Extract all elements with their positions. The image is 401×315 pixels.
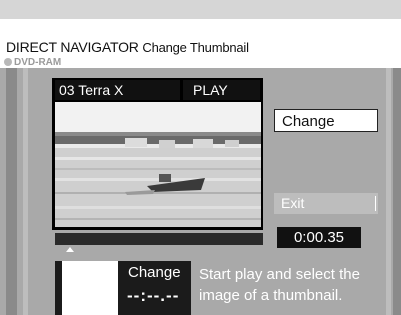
change-button[interactable]: Change — [274, 109, 378, 132]
media-label: DVD-RAM — [14, 57, 62, 68]
media-indicator: DVD-RAM — [4, 57, 61, 68]
exit-button[interactable]: Exit — [274, 193, 378, 214]
thumbnail-change-label: Change — [128, 264, 181, 281]
playback-timeline[interactable] — [55, 233, 263, 245]
left-rail-inner — [23, 68, 28, 315]
disc-icon — [4, 58, 12, 66]
lake-scene-image — [55, 102, 261, 227]
help-text: Start play and select the image of a thu… — [199, 266, 360, 304]
menu-subtitle: Change Thumbnail — [142, 40, 249, 55]
video-preview — [55, 102, 261, 227]
left-rail — [6, 68, 17, 315]
menu-title: DIRECT NAVIGATOR — [6, 39, 139, 55]
page-title: DIRECT NAVIGATOR Change Thumbnail — [6, 39, 249, 55]
right-rail — [393, 68, 401, 315]
playback-time: 0:00.35 — [277, 227, 361, 248]
program-name: 03 Terra X — [55, 80, 180, 100]
playback-status: PLAY — [183, 80, 260, 100]
thumbnail-slot — [62, 261, 118, 315]
position-marker-icon — [66, 247, 74, 252]
thumbnail-time: --:--.-- — [127, 286, 180, 305]
top-bar — [0, 0, 401, 19]
